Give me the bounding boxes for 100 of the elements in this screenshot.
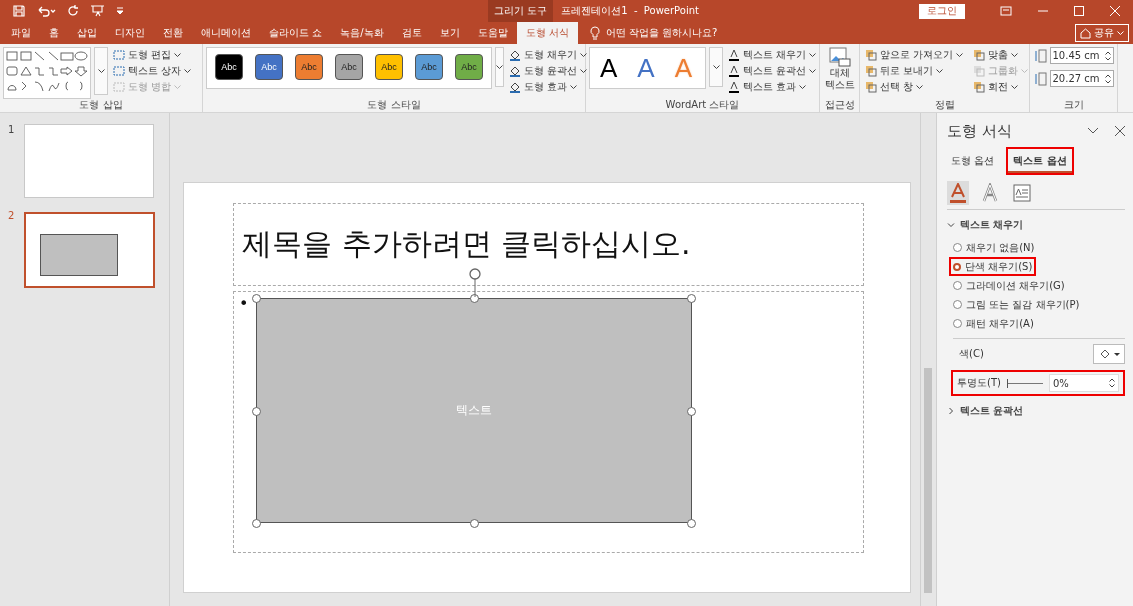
text-fill-icon[interactable] <box>947 181 969 205</box>
ribbon-tab[interactable]: 슬라이드 쇼 <box>260 22 332 44</box>
caret-icon <box>1117 31 1124 35</box>
caret-icon <box>916 84 924 89</box>
presenter-icon[interactable] <box>90 4 106 18</box>
resize-handle[interactable] <box>687 407 696 416</box>
chevron-down-icon[interactable] <box>1087 127 1099 135</box>
spinner-icon[interactable] <box>1104 73 1111 84</box>
ribbon-command[interactable]: 선택 창 <box>865 79 973 94</box>
tell-me-field[interactable]: 어떤 작업을 원하시나요? <box>605 22 718 44</box>
caret-icon <box>799 84 806 89</box>
ribbon-command[interactable]: 앞으로 가져오기 <box>865 47 973 62</box>
share-icon <box>1080 27 1091 39</box>
paint-bucket-icon <box>509 80 521 93</box>
ribbon-command[interactable]: 텍스트 상자 <box>113 63 192 78</box>
ribbon-command[interactable]: 맞춤 <box>973 47 1028 62</box>
ribbon-tab[interactable]: 검토 <box>392 22 431 44</box>
ribbon-tab[interactable]: 녹음/녹화 <box>331 22 393 44</box>
shape-style-swatch[interactable]: Abc <box>415 54 443 80</box>
ribbon-tab[interactable]: 도형 서식 <box>516 22 578 44</box>
arrange-icon <box>865 48 877 61</box>
dashed-rectangle-icon <box>113 48 125 61</box>
shapes-gallery-drawing[interactable] <box>6 50 88 94</box>
pane-tab[interactable]: 도형 옵션 <box>947 147 999 175</box>
ribbon-display-icon[interactable] <box>1000 6 1012 16</box>
resize-handle[interactable] <box>687 294 696 303</box>
fill-radio-option[interactable]: 채우기 없음(N) <box>949 238 1039 257</box>
section-header[interactable]: 텍스트 윤곽선 <box>947 404 1125 418</box>
wordart-style[interactable]: A <box>600 50 618 86</box>
textbox-icon[interactable] <box>1011 181 1033 205</box>
login-button[interactable]: 로그인 <box>919 3 965 19</box>
shape-style-swatch[interactable]: Abc <box>375 54 403 80</box>
ribbon-command[interactable]: 텍스트 채우기 <box>727 47 816 62</box>
ribbon-tab[interactable]: 디자인 <box>106 22 154 44</box>
group-label: 크기 <box>1062 99 1085 112</box>
resize-handle[interactable] <box>252 407 261 416</box>
fill-radio-option[interactable]: 그라데이션 채우기(G) <box>949 276 1069 295</box>
title-placeholder[interactable]: 제목을 추가하려면 클릭하십시오. <box>233 203 864 286</box>
rotate-handle-icon[interactable] <box>467 267 483 297</box>
ribbon-command[interactable]: 도형 채우기 <box>509 47 588 62</box>
ribbon-command[interactable]: 텍스트 윤곽선 <box>727 63 816 78</box>
spinner-icon[interactable] <box>1109 378 1115 388</box>
fill-radio-option[interactable]: 패턴 채우기(A) <box>949 314 1038 333</box>
caret-icon <box>956 52 964 57</box>
slide-thumbnail[interactable] <box>24 212 155 288</box>
fill-radio-option[interactable]: 단색 채우기(S) <box>949 257 1037 276</box>
pane-title: 도형 서식 <box>947 121 1013 141</box>
caret-icon <box>570 84 578 89</box>
ribbon-tab[interactable]: 홈 <box>40 22 68 44</box>
ribbon-command[interactable]: 회전 <box>973 79 1028 94</box>
wordart-style[interactable]: A <box>637 50 655 86</box>
undo-icon[interactable] <box>36 4 56 18</box>
ribbon-command[interactable]: 도형 윤곽선 <box>509 63 588 78</box>
spinner-icon[interactable] <box>1104 50 1111 61</box>
ribbon-command[interactable]: 뒤로 보내기 <box>865 63 973 78</box>
transparency-field[interactable]: 0% <box>1048 374 1119 392</box>
resize-handle[interactable] <box>470 519 479 528</box>
size-field[interactable]: 20.27 cm <box>1049 70 1114 87</box>
customize-icon[interactable] <box>116 7 124 15</box>
share-button[interactable]: 공유 <box>1075 24 1129 42</box>
shape-style-swatch[interactable]: Abc <box>335 54 363 80</box>
resize-handle[interactable] <box>470 294 479 303</box>
lightbulb-icon <box>589 26 600 40</box>
content-placeholder[interactable]: • 텍스트 <box>233 291 864 553</box>
ribbon-tab[interactable]: 보기 <box>430 22 469 44</box>
redo-icon[interactable] <box>66 4 80 18</box>
shape-style-swatch[interactable]: Abc <box>455 54 483 80</box>
ribbon-command[interactable]: 도형 편집 <box>113 47 192 62</box>
shape-style-swatch[interactable]: Abc <box>255 54 283 80</box>
resize-handle[interactable] <box>252 519 261 528</box>
size-field[interactable]: 10.45 cm <box>1049 47 1114 64</box>
color-picker-button[interactable] <box>1093 344 1125 364</box>
close-icon[interactable] <box>1115 126 1125 136</box>
pane-tab[interactable]: 텍스트 옵션 <box>1006 147 1074 175</box>
ribbon-command[interactable]: 텍스트 효과 <box>727 79 816 94</box>
shape-style-swatch[interactable]: Abc <box>215 54 243 80</box>
ribbon-tab[interactable]: 전환 <box>154 22 192 44</box>
arrange-icon <box>973 80 985 93</box>
save-icon[interactable] <box>12 4 26 18</box>
fill-radio-option[interactable]: 그림 또는 질감 채우기(P) <box>949 295 1084 314</box>
scrollbar[interactable] <box>920 113 936 606</box>
arrange-icon <box>973 64 985 77</box>
caret-icon <box>1114 352 1120 356</box>
ribbon-tab[interactable]: 삽입 <box>68 22 106 44</box>
caret-icon <box>1021 68 1028 73</box>
shape-style-swatch[interactable]: Abc <box>295 54 323 80</box>
paint-bucket-icon <box>1098 348 1112 360</box>
ribbon-tab[interactable]: 파일 <box>2 22 40 44</box>
section-header[interactable]: 텍스트 채우기 <box>947 218 1125 232</box>
chevron-icon <box>947 407 955 415</box>
caret-icon <box>97 69 105 73</box>
context-tab-label: 그리기 도구 <box>488 0 554 22</box>
ribbon-command[interactable]: 도형 효과 <box>509 79 588 94</box>
ribbon-tab[interactable]: 애니메이션 <box>192 22 260 44</box>
maximize-icon[interactable] <box>1074 6 1084 16</box>
ribbon-tab[interactable]: 도움말 <box>468 22 517 44</box>
alt-text-button[interactable]: 대체 텍스트 <box>824 47 855 91</box>
resize-handle[interactable] <box>687 519 696 528</box>
resize-handle[interactable] <box>252 294 261 303</box>
slide-thumbnail[interactable] <box>24 124 154 198</box>
